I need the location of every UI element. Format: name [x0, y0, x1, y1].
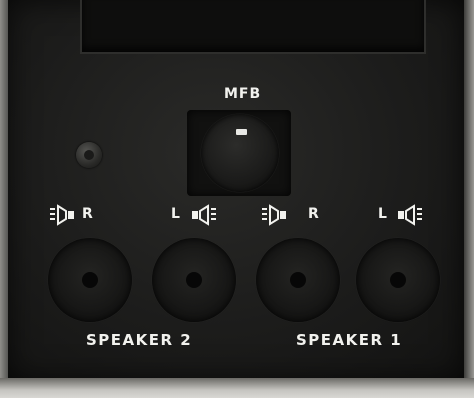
knob-indicator-mark [236, 129, 247, 135]
channel-mark-l-speaker-2: L [171, 206, 181, 222]
speaker-jack-icon[interactable] [256, 238, 340, 322]
jack-socket [390, 272, 406, 288]
speaker-jack-icon[interactable] [152, 238, 236, 322]
speaker-2-label: SPEAKER 2 [86, 331, 193, 349]
speaker-icon [398, 204, 422, 226]
channel-mark-r-speaker-1: R [308, 206, 320, 222]
speaker-icon [192, 204, 216, 226]
panel-bottom-edge [0, 378, 474, 398]
jack-socket [290, 272, 306, 288]
speaker-jack-icon[interactable] [356, 238, 440, 322]
jack-socket [82, 272, 98, 288]
amplifier-rear-panel-photo: MFB R L SPEAKER 2 R L SPEAKER 1 [0, 0, 474, 398]
jack-socket [186, 272, 202, 288]
speaker-icon [262, 204, 286, 226]
channel-mark-r-speaker-2: R [82, 206, 94, 222]
top-cutout [80, 0, 426, 54]
knob-icon[interactable] [201, 114, 279, 192]
screw-icon [76, 142, 102, 168]
mfb-label: MFB [224, 86, 262, 102]
speaker-jack-icon[interactable] [48, 238, 132, 322]
channel-mark-l-speaker-1: L [378, 206, 388, 222]
speaker-1-label: SPEAKER 1 [296, 331, 403, 349]
